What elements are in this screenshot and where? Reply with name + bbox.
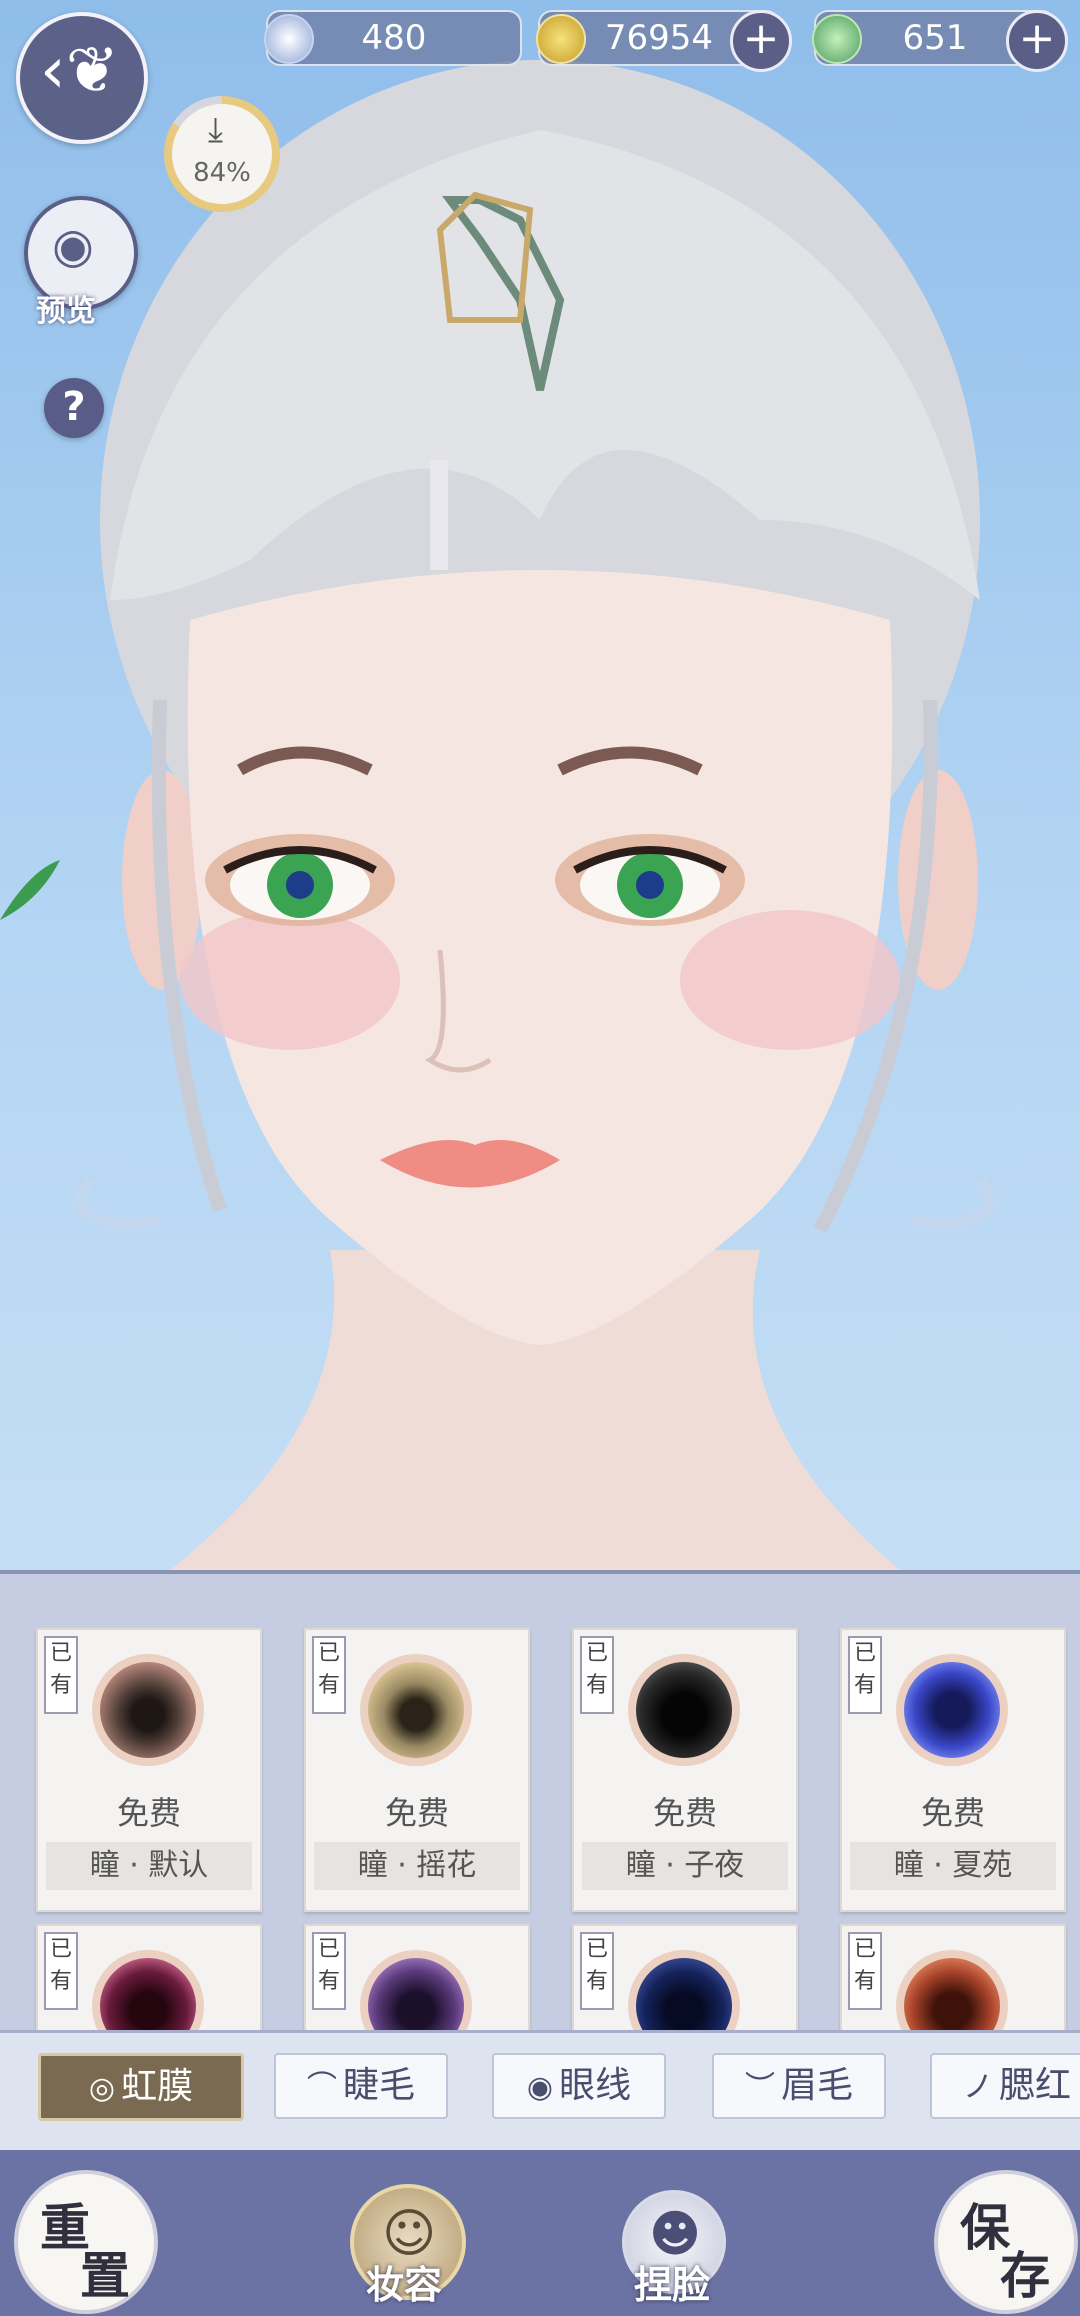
makeup-label: 妆容 <box>366 2262 443 2307</box>
item-price: 免费 <box>384 1794 449 1832</box>
jade-currency: 480 <box>264 10 522 66</box>
preview-label: 预览 <box>36 294 96 329</box>
owned-tag: 已有 <box>580 1636 614 1714</box>
help-button[interactable]: ? <box>44 378 104 438</box>
character-viewport[interactable]: ‹❦ ⤓ 84% ◉ 预览 ? 480 76954 + 651 + <box>0 0 1080 1570</box>
tab-eyelash[interactable]: ⌒ 睫毛 <box>274 2053 448 2119</box>
eyelash-icon: ⌒ <box>306 2070 337 2105</box>
jade-amount: 480 <box>361 18 427 58</box>
iris-swatch <box>628 1654 740 1766</box>
back-button[interactable]: ‹❦ <box>16 12 148 144</box>
save-button[interactable]: 保 存 <box>934 2170 1078 2314</box>
bottom-action-bar: 重 置 ☺ 妆容 ☻ 捏脸 保 存 <box>0 2150 1080 2316</box>
add-coin-button[interactable]: + <box>730 10 792 72</box>
add-crest-button[interactable]: + <box>1006 10 1068 72</box>
item-name: 瞳 · 默认 <box>46 1842 252 1890</box>
owned-tag: 已有 <box>848 1932 882 2010</box>
blush-icon: ノ <box>962 2070 993 2105</box>
eyeliner-icon: ◉ <box>526 2070 554 2105</box>
tab-label: 虹膜 <box>121 2066 194 2107</box>
tab-blush[interactable]: ノ腮红 <box>930 2053 1080 2119</box>
face-sculpt-label: 捏脸 <box>634 2262 711 2307</box>
back-butterfly-icon: ‹❦ <box>40 34 120 108</box>
help-icon: ? <box>62 384 86 430</box>
item-name: 瞳 · 子夜 <box>582 1842 788 1890</box>
item-card[interactable]: 已有 <box>840 1924 1066 2034</box>
item-card[interactable]: 已有 免费 瞳 · 摇花 <box>304 1628 530 1912</box>
save-char-2: 存 <box>1000 2246 1050 2305</box>
item-price: 免费 <box>116 1794 181 1832</box>
reset-char-2: 置 <box>80 2246 130 2305</box>
owned-tag: 已有 <box>44 1636 78 1714</box>
download-percent: 84% <box>193 158 251 188</box>
item-card[interactable]: 已有 <box>572 1924 798 2034</box>
owned-tag: 已有 <box>312 1932 346 2010</box>
character-render <box>0 60 995 1570</box>
coin-currency: 76954 + <box>536 10 792 72</box>
item-card[interactable]: 已有 <box>304 1924 530 2034</box>
tab-iris[interactable]: ◎ 虹膜 <box>38 2053 244 2121</box>
item-card[interactable]: 已有 <box>36 1924 262 2034</box>
owned-tag: 已有 <box>580 1932 614 2010</box>
iris-swatch <box>628 1950 740 2034</box>
item-card[interactable]: 已有 免费 瞳 · 子夜 <box>572 1628 798 1912</box>
iris-swatch <box>896 1950 1008 2034</box>
owned-tag: 已有 <box>44 1932 78 2010</box>
iris-swatch <box>896 1654 1008 1766</box>
iris-swatch <box>360 1654 472 1766</box>
iris-swatch <box>360 1950 472 2034</box>
tab-eyebrow[interactable]: ︶ 眉毛 <box>712 2053 886 2119</box>
eye-icon: ◉ <box>52 218 94 274</box>
iris-item-panel[interactable]: 已有 免费 瞳 · 默认 已有 免费 瞳 · 摇花 已有 免费 瞳 · 子夜 已… <box>0 1570 1080 2034</box>
item-card[interactable]: 已有 免费 瞳 · 夏苑 <box>840 1628 1066 1912</box>
owned-tag: 已有 <box>848 1636 882 1714</box>
item-price: 免费 <box>920 1794 985 1832</box>
iris-swatch <box>92 1950 204 2034</box>
download-icon: ⤓ <box>208 110 224 150</box>
iris-icon: ◎ <box>88 2071 116 2106</box>
download-progress[interactable]: ⤓ 84% <box>164 96 280 212</box>
makeup-category-tabs[interactable]: ◎ 虹膜 ⌒ 睫毛 ◉ 眼线 ︶ 眉毛 ノ腮红 <box>0 2030 1080 2153</box>
reset-button[interactable]: 重 置 <box>14 2170 158 2314</box>
tab-label: 眉毛 <box>780 2065 853 2106</box>
tab-label: 眼线 <box>559 2065 632 2106</box>
tab-label: 睫毛 <box>342 2065 415 2106</box>
item-price: 免费 <box>652 1794 717 1832</box>
item-card[interactable]: 已有 免费 瞳 · 默认 <box>36 1628 262 1912</box>
iris-swatch <box>92 1654 204 1766</box>
item-name: 瞳 · 摇花 <box>314 1842 520 1890</box>
tab-eyeliner[interactable]: ◉ 眼线 <box>492 2053 666 2119</box>
crest-currency: 651 + <box>812 10 1068 72</box>
owned-tag: 已有 <box>312 1636 346 1714</box>
item-name: 瞳 · 夏苑 <box>850 1842 1056 1890</box>
tab-label: 腮红 <box>998 2065 1071 2106</box>
eyebrow-icon: ︶ <box>744 2070 775 2105</box>
